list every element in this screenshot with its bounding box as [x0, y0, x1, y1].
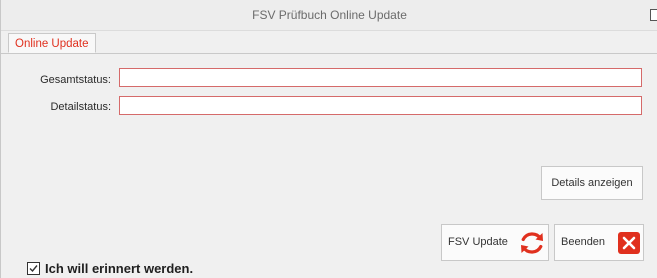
detailstatus-field[interactable]	[119, 96, 642, 115]
checkmark-icon	[29, 265, 38, 273]
window-title: FSV Prüfbuch Online Update	[252, 8, 407, 22]
close-icon	[618, 232, 640, 254]
update-window: FSV Prüfbuch Online Update Online Update…	[0, 0, 657, 278]
fsv-update-label: FSV Update	[448, 236, 508, 248]
details-anzeigen-button[interactable]: Details anzeigen	[541, 166, 643, 200]
detailstatus-label: Detailstatus:	[50, 101, 111, 113]
gesamtstatus-field[interactable]	[119, 68, 642, 87]
gesamtstatus-label: Gesamtstatus:	[40, 74, 111, 86]
title-bar: FSV Prüfbuch Online Update	[1, 0, 657, 31]
refresh-icon	[521, 232, 543, 254]
reminder-checkbox[interactable]	[27, 262, 40, 275]
restore-window-icon[interactable]	[650, 9, 657, 21]
details-anzeigen-label: Details anzeigen	[551, 177, 633, 189]
reminder-label: Ich will erinnert werden.	[45, 261, 194, 276]
beenden-label: Beenden	[561, 236, 606, 248]
beenden-button[interactable]: Beenden	[554, 224, 644, 261]
tab-strip: Online Update	[1, 31, 657, 54]
tab-online-update[interactable]: Online Update	[8, 33, 96, 53]
fsv-update-button[interactable]: FSV Update	[441, 224, 549, 261]
